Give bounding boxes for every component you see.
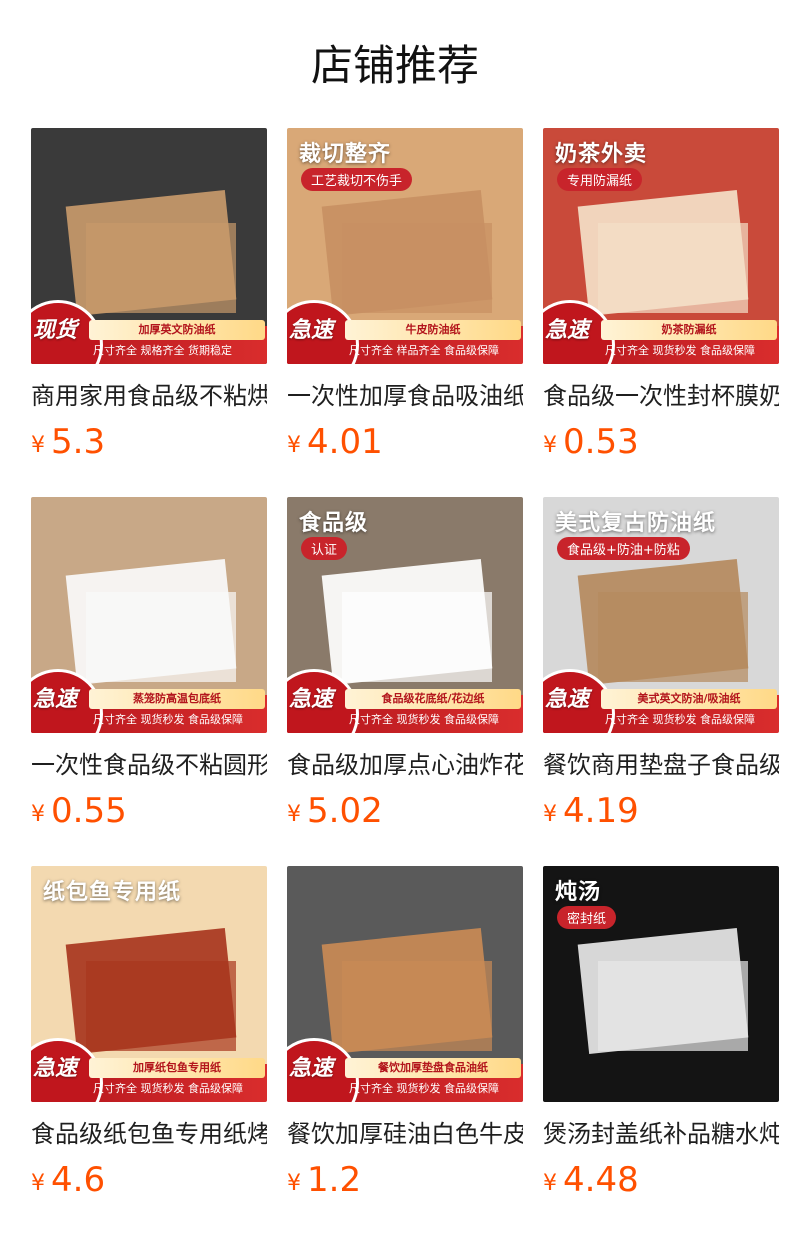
price-value: 4.6 <box>51 1160 106 1200</box>
image-headline: 美式复古防油纸 <box>555 510 717 536</box>
product-image[interactable]: 奶茶外卖 专用防漏纸奶茶防漏纸 急速尺寸齐全 现货秒发 食品级保障 <box>543 128 779 364</box>
product-price: ¥5.02 <box>287 791 523 831</box>
product-card[interactable]: 炖汤密封纸煲汤封盖纸补品糖水炖盅密封纸 ¥4.48 <box>543 866 779 1200</box>
product-card[interactable]: 裁切整齐 工艺裁切不伤手牛皮防油纸 急速尺寸齐全 样品齐全 食品级保障一次性加厚食品… <box>287 128 523 462</box>
product-tag: 加厚纸包鱼专用纸 <box>89 1058 265 1078</box>
promo-perks: 尺寸齐全 现货秒发 食品级保障 <box>605 713 755 726</box>
product-tag: 蒸笼防高温包底纸 <box>89 689 265 709</box>
product-card[interactable]: 蒸笼防高温包底纸急速尺寸齐全 现货秒发 食品级保障一次性食品级不粘圆形蒸笼纸 ¥0… <box>31 497 267 831</box>
promo-badge: 急速 <box>289 1055 334 1081</box>
promo-badge: 急速 <box>289 317 334 343</box>
image-subtitle: 食品级+防油+防粘 <box>557 537 690 560</box>
product-name[interactable]: 一次性食品级不粘圆形蒸笼纸 <box>31 749 267 781</box>
paper-stack <box>598 592 748 682</box>
product-name[interactable]: 餐饮商用垫盘子食品级防油纸 <box>543 749 779 781</box>
currency-symbol: ¥ <box>31 433 45 458</box>
promo-badge: 急速 <box>545 686 590 712</box>
product-price: ¥1.2 <box>287 1160 523 1200</box>
currency-symbol: ¥ <box>543 802 557 827</box>
product-image[interactable]: 加厚英文防油纸 现货尺寸齐全 规格齐全 货期稳定 <box>31 128 267 364</box>
paper-stack <box>86 592 236 682</box>
paper-stack <box>598 223 748 313</box>
currency-symbol: ¥ <box>543 1171 557 1196</box>
product-name[interactable]: 商用家用食品级不粘烘焙英文防油纸 <box>31 380 267 412</box>
product-price: ¥4.6 <box>31 1160 267 1200</box>
paper-stack <box>342 961 492 1051</box>
image-headline: 裁切整齐 <box>299 141 392 167</box>
product-tag: 美式英文防油/吸油纸 <box>601 689 777 709</box>
promo-badge: 现货 <box>33 317 78 343</box>
price-value: 0.55 <box>51 791 127 831</box>
currency-symbol: ¥ <box>543 433 557 458</box>
product-image[interactable]: 食品级 认证食品级花底纸/花边纸 急速尺寸齐全 现货秒发 食品级保障 <box>287 497 523 733</box>
product-name[interactable]: 食品级加厚点心油炸花底纸 <box>287 749 523 781</box>
product-card[interactable]: 奶茶外卖 专用防漏纸奶茶防漏纸 急速尺寸齐全 现货秒发 食品级保障食品级一次性封杯膜… <box>543 128 779 462</box>
promo-badge: 急速 <box>289 686 334 712</box>
product-price: ¥0.55 <box>31 791 267 831</box>
product-price: ¥4.19 <box>543 791 779 831</box>
price-value: 4.19 <box>563 791 639 831</box>
product-name[interactable]: 食品级纸包鱼专用纸烤鱼纸 <box>31 1118 267 1150</box>
paper-stack <box>342 223 492 313</box>
price-value: 1.2 <box>307 1160 362 1200</box>
image-headline: 纸包鱼专用纸 <box>43 879 182 905</box>
price-value: 5.3 <box>51 422 106 462</box>
currency-symbol: ¥ <box>287 1171 301 1196</box>
product-image[interactable]: 裁切整齐 工艺裁切不伤手牛皮防油纸 急速尺寸齐全 样品齐全 食品级保障 <box>287 128 523 364</box>
currency-symbol: ¥ <box>287 802 301 827</box>
product-image[interactable]: 餐饮加厚垫盘食品油纸 急速尺寸齐全 现货秒发 食品级保障 <box>287 866 523 1102</box>
image-subtitle: 认证 <box>301 537 348 560</box>
promo-badge: 急速 <box>33 686 78 712</box>
product-image[interactable]: 纸包鱼专用纸加厚纸包鱼专用纸 急速尺寸齐全 现货秒发 食品级保障 <box>31 866 267 1102</box>
product-price: ¥4.01 <box>287 422 523 462</box>
image-subtitle: 密封纸 <box>557 906 617 929</box>
product-tag: 加厚英文防油纸 <box>89 320 265 340</box>
promo-perks: 尺寸齐全 现货秒发 食品级保障 <box>349 1082 499 1095</box>
paper-stack <box>598 961 748 1051</box>
promo-perks: 尺寸齐全 规格齐全 货期稳定 <box>93 344 232 357</box>
product-tag: 餐饮加厚垫盘食品油纸 <box>345 1058 521 1078</box>
promo-perks: 尺寸齐全 现货秒发 食品级保障 <box>93 1082 243 1095</box>
product-tag: 食品级花底纸/花边纸 <box>345 689 521 709</box>
currency-symbol: ¥ <box>287 433 301 458</box>
promo-badge: 急速 <box>545 317 590 343</box>
product-price: ¥4.48 <box>543 1160 779 1200</box>
product-tag: 奶茶防漏纸 <box>601 320 777 340</box>
price-value: 4.01 <box>307 422 383 462</box>
price-value: 0.53 <box>563 422 639 462</box>
image-headline: 食品级 <box>299 510 369 536</box>
product-card[interactable]: 美式复古防油纸 食品级+防油+防粘美式英文防油/吸油纸 急速尺寸齐全 现货秒发 食品… <box>543 497 779 831</box>
product-card[interactable]: 纸包鱼专用纸加厚纸包鱼专用纸 急速尺寸齐全 现货秒发 食品级保障食品级纸包鱼专用纸… <box>31 866 267 1200</box>
image-subtitle: 工艺裁切不伤手 <box>301 168 413 191</box>
currency-symbol: ¥ <box>31 802 45 827</box>
image-subtitle: 专用防漏纸 <box>557 168 643 191</box>
paper-stack <box>86 961 236 1051</box>
promo-perks: 尺寸齐全 现货秒发 食品级保障 <box>93 713 243 726</box>
promo-perks: 尺寸齐全 样品齐全 食品级保障 <box>349 344 499 357</box>
promo-badge: 急速 <box>33 1055 78 1081</box>
product-image[interactable]: 美式复古防油纸 食品级+防油+防粘美式英文防油/吸油纸 急速尺寸齐全 现货秒发 食品… <box>543 497 779 733</box>
price-value: 4.48 <box>563 1160 639 1200</box>
product-card[interactable]: 加厚英文防油纸现货尺寸齐全 规格齐全 货期稳定商用家用食品级不粘烘焙英文防油纸 ¥… <box>31 128 267 462</box>
product-card[interactable]: 餐饮加厚垫盘食品油纸急速尺寸齐全 现货秒发 食品级保障餐饮加厚硅油白色牛皮垫盘纸… <box>287 866 523 1200</box>
product-name[interactable]: 餐饮加厚硅油白色牛皮垫盘纸 <box>287 1118 523 1150</box>
promo-perks: 尺寸齐全 现货秒发 食品级保障 <box>349 713 499 726</box>
product-price: ¥0.53 <box>543 422 779 462</box>
product-card[interactable]: 食品级 认证食品级花底纸/花边纸 急速尺寸齐全 现货秒发 食品级保障食品级加厚点心油… <box>287 497 523 831</box>
product-image[interactable]: 炖汤 密封纸 <box>543 866 779 1102</box>
product-price: ¥5.3 <box>31 422 267 462</box>
page-title: 店铺推荐 <box>310 41 479 90</box>
image-headline: 炖汤 <box>555 879 602 905</box>
product-name[interactable]: 食品级一次性封杯膜奶茶防漏纸 <box>543 380 779 412</box>
promo-perks: 尺寸齐全 现货秒发 食品级保障 <box>605 344 755 357</box>
product-name[interactable]: 一次性加厚食品吸油纸牛皮防油纸 <box>287 380 523 412</box>
paper-stack <box>86 223 236 313</box>
paper-stack <box>342 592 492 682</box>
product-image[interactable]: 蒸笼防高温包底纸 急速尺寸齐全 现货秒发 食品级保障 <box>31 497 267 733</box>
product-name[interactable]: 煲汤封盖纸补品糖水炖盅密封纸 <box>543 1118 779 1150</box>
currency-symbol: ¥ <box>31 1171 45 1196</box>
price-value: 5.02 <box>307 791 383 831</box>
image-headline: 奶茶外卖 <box>555 141 648 167</box>
product-tag: 牛皮防油纸 <box>345 320 521 340</box>
